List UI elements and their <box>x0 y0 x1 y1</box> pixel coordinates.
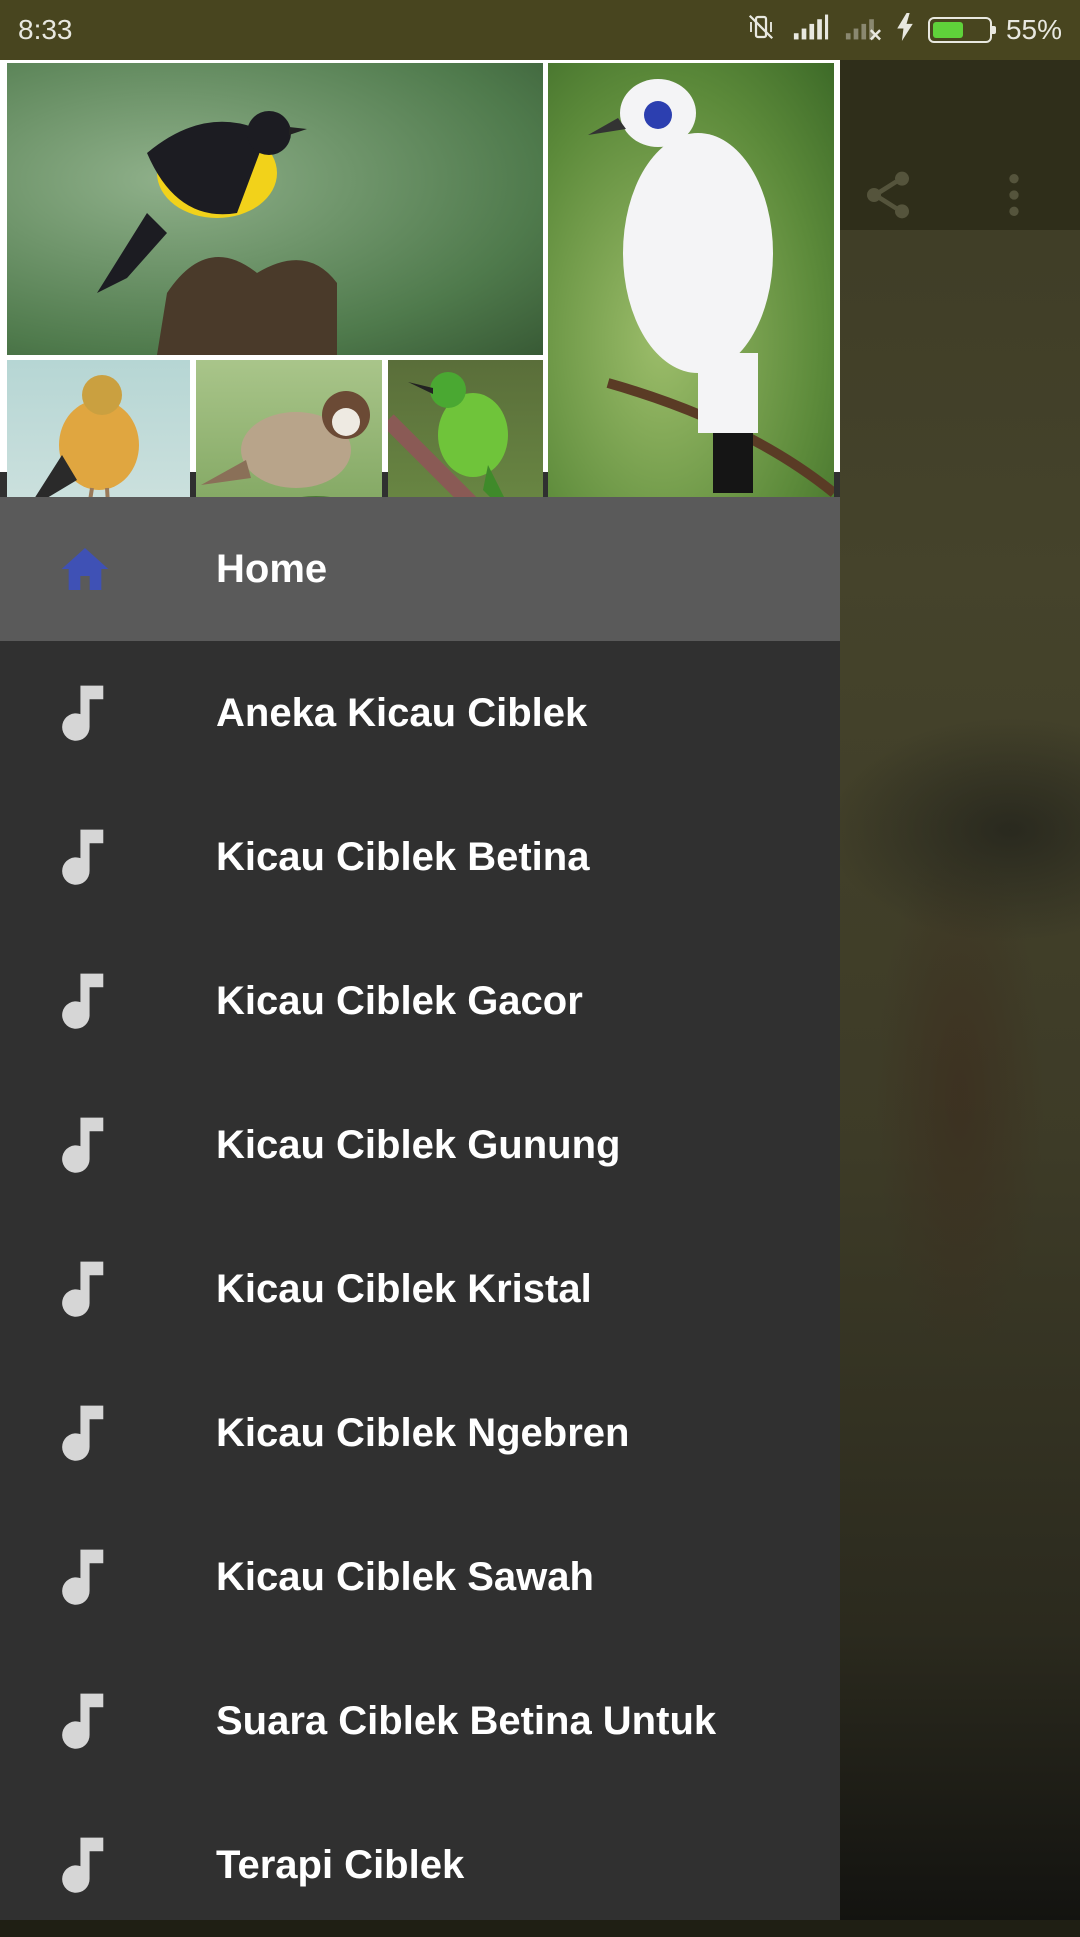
status-bar: 8:33 55% <box>0 0 1080 60</box>
music-note-icon <box>55 1115 115 1175</box>
drawer-item-label: Kicau Ciblek Gunung <box>216 1122 621 1167</box>
navigation-drawer: Home Aneka Kicau Ciblek Kicau Ciblek Betin… <box>0 60 840 1920</box>
drawer-menu-list: Home Aneka Kicau Ciblek Kicau Ciblek Betin… <box>0 497 840 1937</box>
drawer-item-label: Suara Ciblek Betina Untuk <box>216 1698 717 1743</box>
drawer-item-aneka-kicau-ciblek[interactable]: Aneka Kicau Ciblek <box>0 641 840 785</box>
drawer-item-home[interactable]: Home <box>0 497 840 641</box>
battery-percent: 55% <box>1005 14 1062 45</box>
music-note-icon <box>55 827 115 887</box>
drawer-item-kicau-ciblek-sawah[interactable]: Kicau Ciblek Sawah <box>0 1505 840 1649</box>
battery-icon <box>927 17 996 43</box>
bird-photo-yellow <box>7 63 543 355</box>
drawer-item-kicau-ciblek-gacor[interactable]: Kicau Ciblek Gacor <box>0 929 840 1073</box>
charging-icon <box>896 12 914 48</box>
drawer-item-kicau-ciblek-betina[interactable]: Kicau Ciblek Betina <box>0 785 840 929</box>
status-time: 8:33 <box>18 14 73 45</box>
vibrate-off-icon <box>744 12 778 49</box>
drawer-item-label: Kicau Ciblek Ngebren <box>216 1410 630 1455</box>
music-note-icon <box>55 1835 115 1895</box>
home-icon <box>55 539 115 599</box>
drawer-item-label: Home <box>216 546 328 591</box>
music-note-icon <box>55 1691 115 1751</box>
drawer-item-label: Kicau Ciblek Kristal <box>216 1266 592 1311</box>
drawer-item-suara-ciblek-betina-untuk[interactable]: Suara Ciblek Betina Untuk <box>0 1649 840 1793</box>
drawer-item-label: Terapi Ciblek <box>216 1842 465 1887</box>
drawer-item-kicau-ciblek-gunung[interactable]: Kicau Ciblek Gunung <box>0 1073 840 1217</box>
music-note-icon <box>55 1259 115 1319</box>
drawer-header <box>0 60 840 526</box>
drawer-item-terapi-ciblek[interactable]: Terapi Ciblek <box>0 1793 840 1937</box>
bird-collage-image <box>0 60 840 526</box>
drawer-item-label: Kicau Ciblek Gacor <box>216 978 583 1023</box>
drawer-item-label: Kicau Ciblek Betina <box>216 834 590 879</box>
music-note-icon <box>55 1403 115 1463</box>
music-note-icon <box>55 1547 115 1607</box>
music-note-icon <box>55 971 115 1031</box>
drawer-item-kicau-ciblek-ngebren[interactable]: Kicau Ciblek Ngebren <box>0 1361 840 1505</box>
drawer-item-label: Kicau Ciblek Sawah <box>216 1554 594 1599</box>
signal-icon <box>792 13 830 48</box>
drawer-item-kicau-ciblek-kristal[interactable]: Kicau Ciblek Kristal <box>0 1217 840 1361</box>
signal-no-service-icon <box>844 13 882 48</box>
overflow-menu-icon[interactable] <box>984 165 1044 225</box>
drawer-item-label: Aneka Kicau Ciblek <box>216 690 588 735</box>
bird-photo-white <box>548 63 834 526</box>
share-icon[interactable] <box>858 165 918 225</box>
music-note-icon <box>55 683 115 743</box>
